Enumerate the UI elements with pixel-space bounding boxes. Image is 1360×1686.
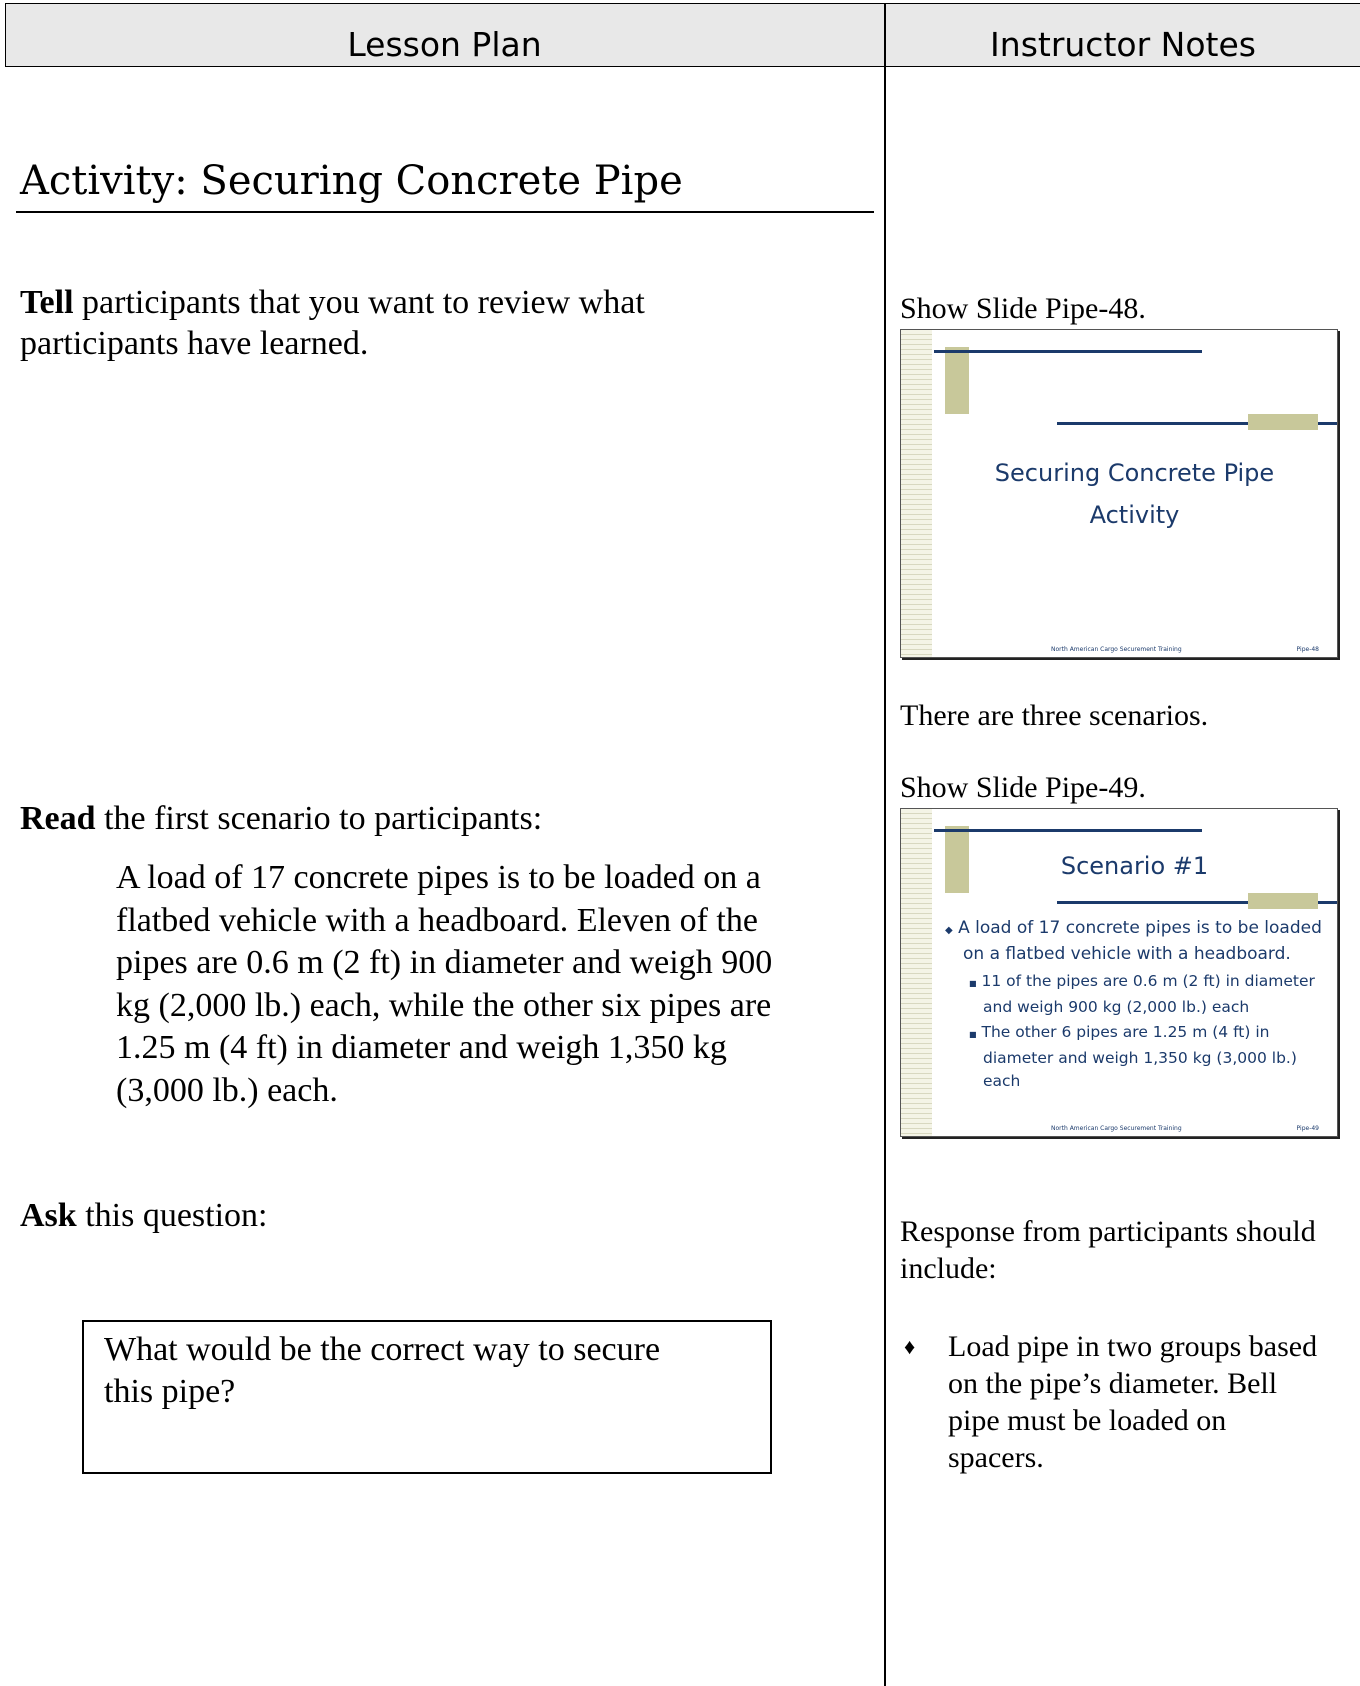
lesson-plan-header: Lesson Plan xyxy=(347,25,542,64)
scenario-line: flatbed vehicle with a headboard. Eleven… xyxy=(116,901,758,939)
slide-49-main-line: on a flatbed vehicle with a headboard. xyxy=(963,943,1291,964)
response-bullet: ♦ Load pipe in two groups based on the p… xyxy=(900,1328,1350,1476)
slide-48-number: Pipe-48 xyxy=(1296,646,1319,653)
instructor-notes-header: Instructor Notes xyxy=(990,25,1256,64)
response-bullet-line: Load pipe in two groups based xyxy=(948,1330,1318,1363)
diamond-bullet-icon: ◆ xyxy=(945,925,953,936)
slide-49-sub-bullet-2: ■ The other 6 pipes are 1.25 m (4 ft) in… xyxy=(935,1021,1335,1094)
slide-49-body: ◆ A load of 17 concrete pipes is to be l… xyxy=(935,917,1335,1094)
column-divider xyxy=(884,3,886,1686)
slide-48-title: Securing Concrete Pipe Activity xyxy=(932,452,1337,536)
scenario-text: A load of 17 concrete pipes is to be loa… xyxy=(116,857,846,1112)
show-slide-49-note: Show Slide Pipe-49. xyxy=(900,771,1146,804)
slide-pipe-49: Scenario #1 ◆ A load of 17 concrete pipe… xyxy=(900,808,1338,1137)
slide-48-footer: North American Cargo Securement Training xyxy=(1051,646,1182,653)
slide-49-sub1-line: 11 of the pipes are 0.6 m (2 ft) in diam… xyxy=(981,972,1315,990)
slide-49-sub-bullet-1: ■ 11 of the pipes are 0.6 m (2 ft) in di… xyxy=(935,970,1335,1019)
section-title-underline xyxy=(16,211,874,213)
slide-rule-top xyxy=(934,350,1202,353)
read-text: the first scenario to participants: xyxy=(95,800,543,837)
read-lead: Read xyxy=(20,800,96,837)
slide-49-main-line: A load of 17 concrete pipes is to be loa… xyxy=(958,918,1322,938)
slide-accent-bar-horizontal xyxy=(1248,414,1318,430)
response-note: Response from participants should includ… xyxy=(900,1213,1355,1287)
ask-text: this question: xyxy=(76,1197,268,1234)
tell-instruction: Tell participants that you want to revie… xyxy=(20,282,870,364)
slide-accent-bar-vertical xyxy=(945,347,969,414)
ask-instruction: Ask this question: xyxy=(20,1195,870,1236)
slide-accent-bar-horizontal xyxy=(1248,893,1318,909)
show-slide-48-note: Show Slide Pipe-48. xyxy=(900,292,1146,325)
tell-lead: Tell xyxy=(20,284,74,321)
slide-stripe-decoration xyxy=(901,809,932,1136)
slide-49-title: Scenario #1 xyxy=(1060,852,1209,880)
response-line: Response from participants should xyxy=(900,1215,1316,1248)
scenario-line: A load of 17 concrete pipes is to be loa… xyxy=(116,859,761,896)
slide-49-sub1-line: and weigh 900 kg (2,000 lb.) each xyxy=(983,997,1250,1016)
slide-stripe-decoration xyxy=(901,330,932,657)
slide-49-sub2-line: The other 6 pipes are 1.25 m (4 ft) in xyxy=(981,1023,1270,1041)
scenario-line: kg (2,000 lb.) each, while the other six… xyxy=(116,986,772,1024)
scenario-line: pipes are 0.6 m (2 ft) in diameter and w… xyxy=(116,944,773,981)
slide-pipe-48: Securing Concrete Pipe Activity North Am… xyxy=(900,329,1338,658)
three-scenarios-note: There are three scenarios. xyxy=(900,699,1209,732)
scenario-line: (3,000 lb.) each. xyxy=(116,1071,338,1109)
section-title: Activity: Securing Concrete Pipe xyxy=(20,158,683,204)
tell-text-line2: participants have learned. xyxy=(20,325,369,362)
response-bullet-list: ♦ Load pipe in two groups based on the p… xyxy=(900,1328,1350,1476)
response-line: include: xyxy=(900,1252,997,1285)
slide-49-main-bullet: ◆ A load of 17 concrete pipes is to be l… xyxy=(935,917,1335,966)
read-instruction: Read the first scenario to participants: xyxy=(20,798,870,839)
slide-48-title-line: Activity xyxy=(1089,501,1180,529)
question-line: What would be the correct way to secure xyxy=(104,1331,661,1368)
response-bullet-line: on the pipe’s diameter. Bell xyxy=(948,1367,1278,1400)
square-bullet-icon: ■ xyxy=(969,979,977,988)
ask-lead: Ask xyxy=(20,1197,77,1234)
slide-49-sub2-line: each xyxy=(983,1072,1021,1090)
response-bullet-line: pipe must be loaded on xyxy=(948,1404,1227,1437)
response-bullet-line: spacers. xyxy=(948,1441,1044,1474)
lesson-plan-page: Lesson Plan Instructor Notes Activity: S… xyxy=(0,0,1360,1686)
slide-49-footer: North American Cargo Securement Training xyxy=(1051,1125,1182,1132)
scenario-line: 1.25 m (4 ft) in diameter and weigh 1,35… xyxy=(116,1029,727,1066)
tell-text-line1: participants that you want to review wha… xyxy=(73,284,645,321)
slide-48-title-line: Securing Concrete Pipe xyxy=(994,459,1275,487)
slide-rule-top xyxy=(934,829,1202,832)
question-line: this pipe? xyxy=(104,1373,236,1410)
diamond-bullet-icon: ♦ xyxy=(904,1334,916,1359)
square-bullet-icon: ■ xyxy=(969,1030,977,1039)
slide-49-number: Pipe-49 xyxy=(1296,1125,1319,1132)
question-text: What would be the correct way to secure … xyxy=(104,1329,744,1413)
slide-49-sub2-line: diameter and weigh 1,350 kg (3,000 lb.) xyxy=(983,1048,1297,1067)
